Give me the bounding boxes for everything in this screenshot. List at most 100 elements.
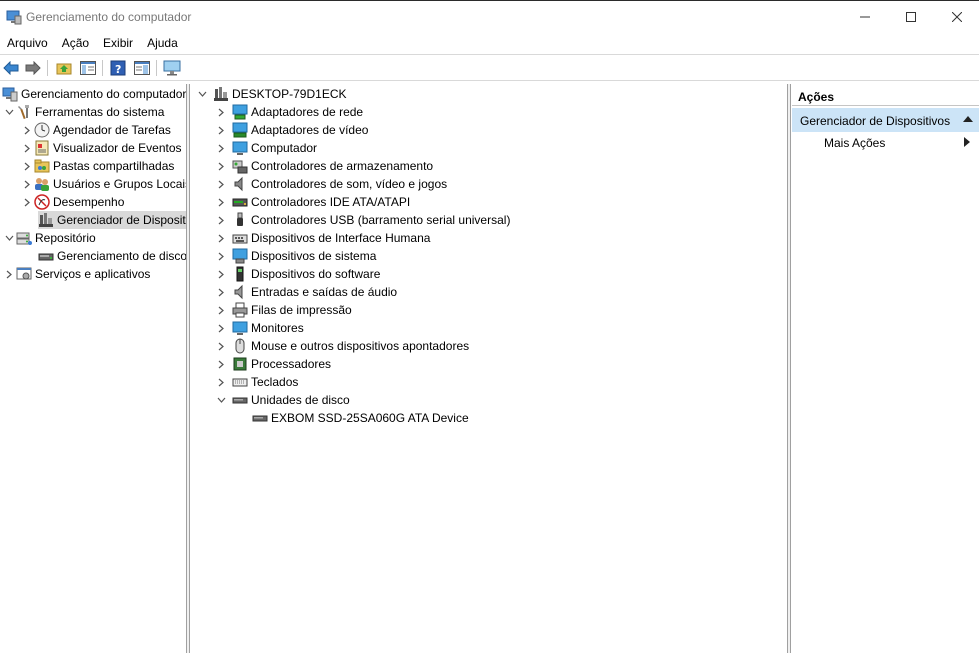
category-computer[interactable]: Computador xyxy=(214,139,317,157)
category-keyboards[interactable]: Teclados xyxy=(214,373,298,391)
chevron-right-icon[interactable] xyxy=(20,139,34,157)
chevron-right-icon[interactable] xyxy=(214,355,228,373)
toolbar-separator xyxy=(47,60,48,76)
tree-item-storage[interactable]: Repositório xyxy=(2,229,96,247)
tree-item-label: Gerenciamento do computador (Local) xyxy=(21,87,187,101)
chevron-right-icon[interactable] xyxy=(214,175,228,193)
category-label: Unidades de disco xyxy=(251,393,350,407)
tree-item-disk-management[interactable]: Gerenciamento de disco xyxy=(38,247,187,265)
disk-drive-icon xyxy=(232,392,248,408)
menu-exibir[interactable]: Exibir xyxy=(96,32,140,54)
chevron-right-icon[interactable] xyxy=(214,139,228,157)
category-label: Controladores IDE ATA/ATAPI xyxy=(251,195,411,209)
chevron-right-icon[interactable] xyxy=(214,283,228,301)
category-monitors[interactable]: Monitores xyxy=(214,319,304,337)
tree-item-event-viewer[interactable]: Visualizador de Eventos xyxy=(20,139,182,157)
chevron-right-icon[interactable] xyxy=(214,265,228,283)
forward-arrow-icon[interactable] xyxy=(24,59,42,77)
category-mice[interactable]: Mouse e outros dispositivos apontadores xyxy=(214,337,469,355)
computer-icon xyxy=(232,140,248,156)
minimize-button[interactable] xyxy=(842,1,888,32)
category-software-devices[interactable]: Dispositivos do software xyxy=(214,265,380,283)
chevron-right-icon[interactable] xyxy=(20,193,34,211)
ide-controller-icon xyxy=(232,194,248,210)
system-device-icon xyxy=(232,248,248,264)
menu-ajuda[interactable]: Ajuda xyxy=(140,32,185,54)
toolbar-separator xyxy=(102,60,103,76)
up-folder-icon[interactable] xyxy=(55,59,73,77)
help-icon[interactable]: ? xyxy=(109,59,127,77)
tree-item-shared-folders[interactable]: Pastas compartilhadas xyxy=(20,157,174,175)
monitor-icon[interactable] xyxy=(163,59,181,77)
maximize-button[interactable] xyxy=(888,1,934,32)
chevron-right-icon[interactable] xyxy=(214,337,228,355)
pane-splitter-right[interactable] xyxy=(788,84,791,653)
category-print-queues[interactable]: Filas de impressão xyxy=(214,301,352,319)
toolbar-separator xyxy=(156,60,157,76)
category-label: Adaptadores de vídeo xyxy=(251,123,369,137)
tree-item-label: Repositório xyxy=(35,231,96,245)
tree-item-label: Serviços e aplicativos xyxy=(35,267,151,281)
chevron-right-icon[interactable] xyxy=(214,373,228,391)
chevron-right-icon[interactable] xyxy=(20,121,34,139)
category-display-adapters[interactable]: Adaptadores de vídeo xyxy=(214,121,368,139)
menu-acao[interactable]: Ação xyxy=(55,32,96,54)
chevron-right-icon[interactable] xyxy=(214,121,228,139)
computer-management-icon xyxy=(2,86,18,102)
chevron-right-icon[interactable] xyxy=(214,211,228,229)
keyboard-icon xyxy=(232,374,248,390)
properties-icon[interactable] xyxy=(133,59,151,77)
chevron-right-icon[interactable] xyxy=(214,247,228,265)
navigation-tree: Gerenciamento do computador (Local) Ferr… xyxy=(0,84,187,653)
display-adapter-icon xyxy=(232,122,248,138)
pane-splitter-left[interactable] xyxy=(186,84,190,653)
tree-item-performance[interactable]: Desempenho xyxy=(20,193,124,211)
back-arrow-icon[interactable] xyxy=(2,59,20,77)
category-system-devices[interactable]: Dispositivos de sistema xyxy=(214,247,376,265)
tree-item-root[interactable]: Gerenciamento do computador (Local) xyxy=(2,85,187,103)
category-hid[interactable]: Dispositivos de Interface Humana xyxy=(214,229,430,247)
submenu-arrow-icon[interactable] xyxy=(964,137,970,150)
chevron-down-icon[interactable] xyxy=(2,103,16,121)
device-disk-ssd[interactable]: EXBOM SSD-25SA060G ATA Device xyxy=(252,409,469,427)
tree-item-label: Pastas compartilhadas xyxy=(53,159,175,173)
category-usb-controllers[interactable]: Controladores USB (barramento serial uni… xyxy=(214,211,510,229)
category-audio-io[interactable]: Entradas e saídas de áudio xyxy=(214,283,397,301)
category-ide-controllers[interactable]: Controladores IDE ATA/ATAPI xyxy=(214,193,410,211)
chevron-right-icon[interactable] xyxy=(214,319,228,337)
audio-io-icon xyxy=(232,284,248,300)
category-processors[interactable]: Processadores xyxy=(214,355,331,373)
tree-item-task-scheduler[interactable]: Agendador de Tarefas xyxy=(20,121,171,139)
actions-section-device-manager[interactable]: Gerenciador de Dispositivos xyxy=(792,108,979,132)
show-hide-tree-icon[interactable] xyxy=(79,59,97,77)
chevron-right-icon[interactable] xyxy=(214,157,228,175)
chevron-down-icon[interactable] xyxy=(2,229,16,247)
tree-item-computer-root[interactable]: DESKTOP-79D1ECK xyxy=(195,85,347,103)
tree-item-services[interactable]: Serviços e aplicativos xyxy=(2,265,150,283)
chevron-right-icon[interactable] xyxy=(214,301,228,319)
users-icon xyxy=(34,176,50,192)
more-actions-link[interactable]: Mais Ações xyxy=(824,136,885,150)
computer-name: DESKTOP-79D1ECK xyxy=(232,87,347,101)
category-storage-controllers[interactable]: Controladores de armazenamento xyxy=(214,157,433,175)
chevron-right-icon[interactable] xyxy=(20,157,34,175)
chevron-right-icon[interactable] xyxy=(214,193,228,211)
chevron-right-icon[interactable] xyxy=(214,229,228,247)
chevron-right-icon[interactable] xyxy=(20,175,34,193)
chevron-right-icon[interactable] xyxy=(214,103,228,121)
chevron-down-icon[interactable] xyxy=(195,85,209,103)
collapse-triangle-icon[interactable] xyxy=(963,114,973,125)
close-button[interactable] xyxy=(934,1,979,32)
category-sound-controllers[interactable]: Controladores de som, vídeo e jogos xyxy=(214,175,447,193)
actions-section-label: Gerenciador de Dispositivos xyxy=(800,114,951,128)
chevron-right-icon[interactable] xyxy=(2,265,16,283)
category-network-adapters[interactable]: Adaptadores de rede xyxy=(214,103,363,121)
tree-item-device-manager[interactable]: Gerenciador de Dispositivos xyxy=(38,211,187,229)
category-disk-drives[interactable]: Unidades de disco xyxy=(214,391,350,409)
hid-icon xyxy=(232,230,248,246)
tree-item-system-tools[interactable]: Ferramentas do sistema xyxy=(2,103,164,121)
chevron-down-icon[interactable] xyxy=(214,391,228,409)
menu-arquivo[interactable]: Arquivo xyxy=(0,32,55,54)
tree-item-local-users[interactable]: Usuários e Grupos Locais xyxy=(20,175,187,193)
storage-controller-icon xyxy=(232,158,248,174)
